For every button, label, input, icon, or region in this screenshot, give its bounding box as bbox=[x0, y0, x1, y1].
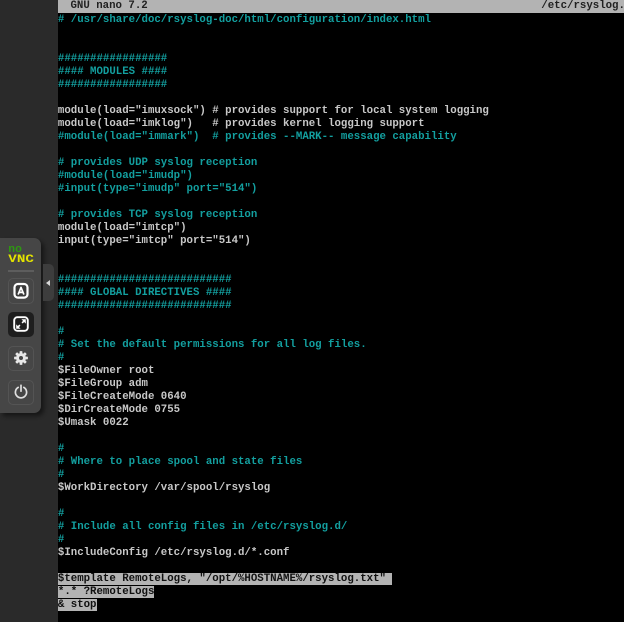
svg-text:VNC: VNC bbox=[8, 254, 34, 265]
